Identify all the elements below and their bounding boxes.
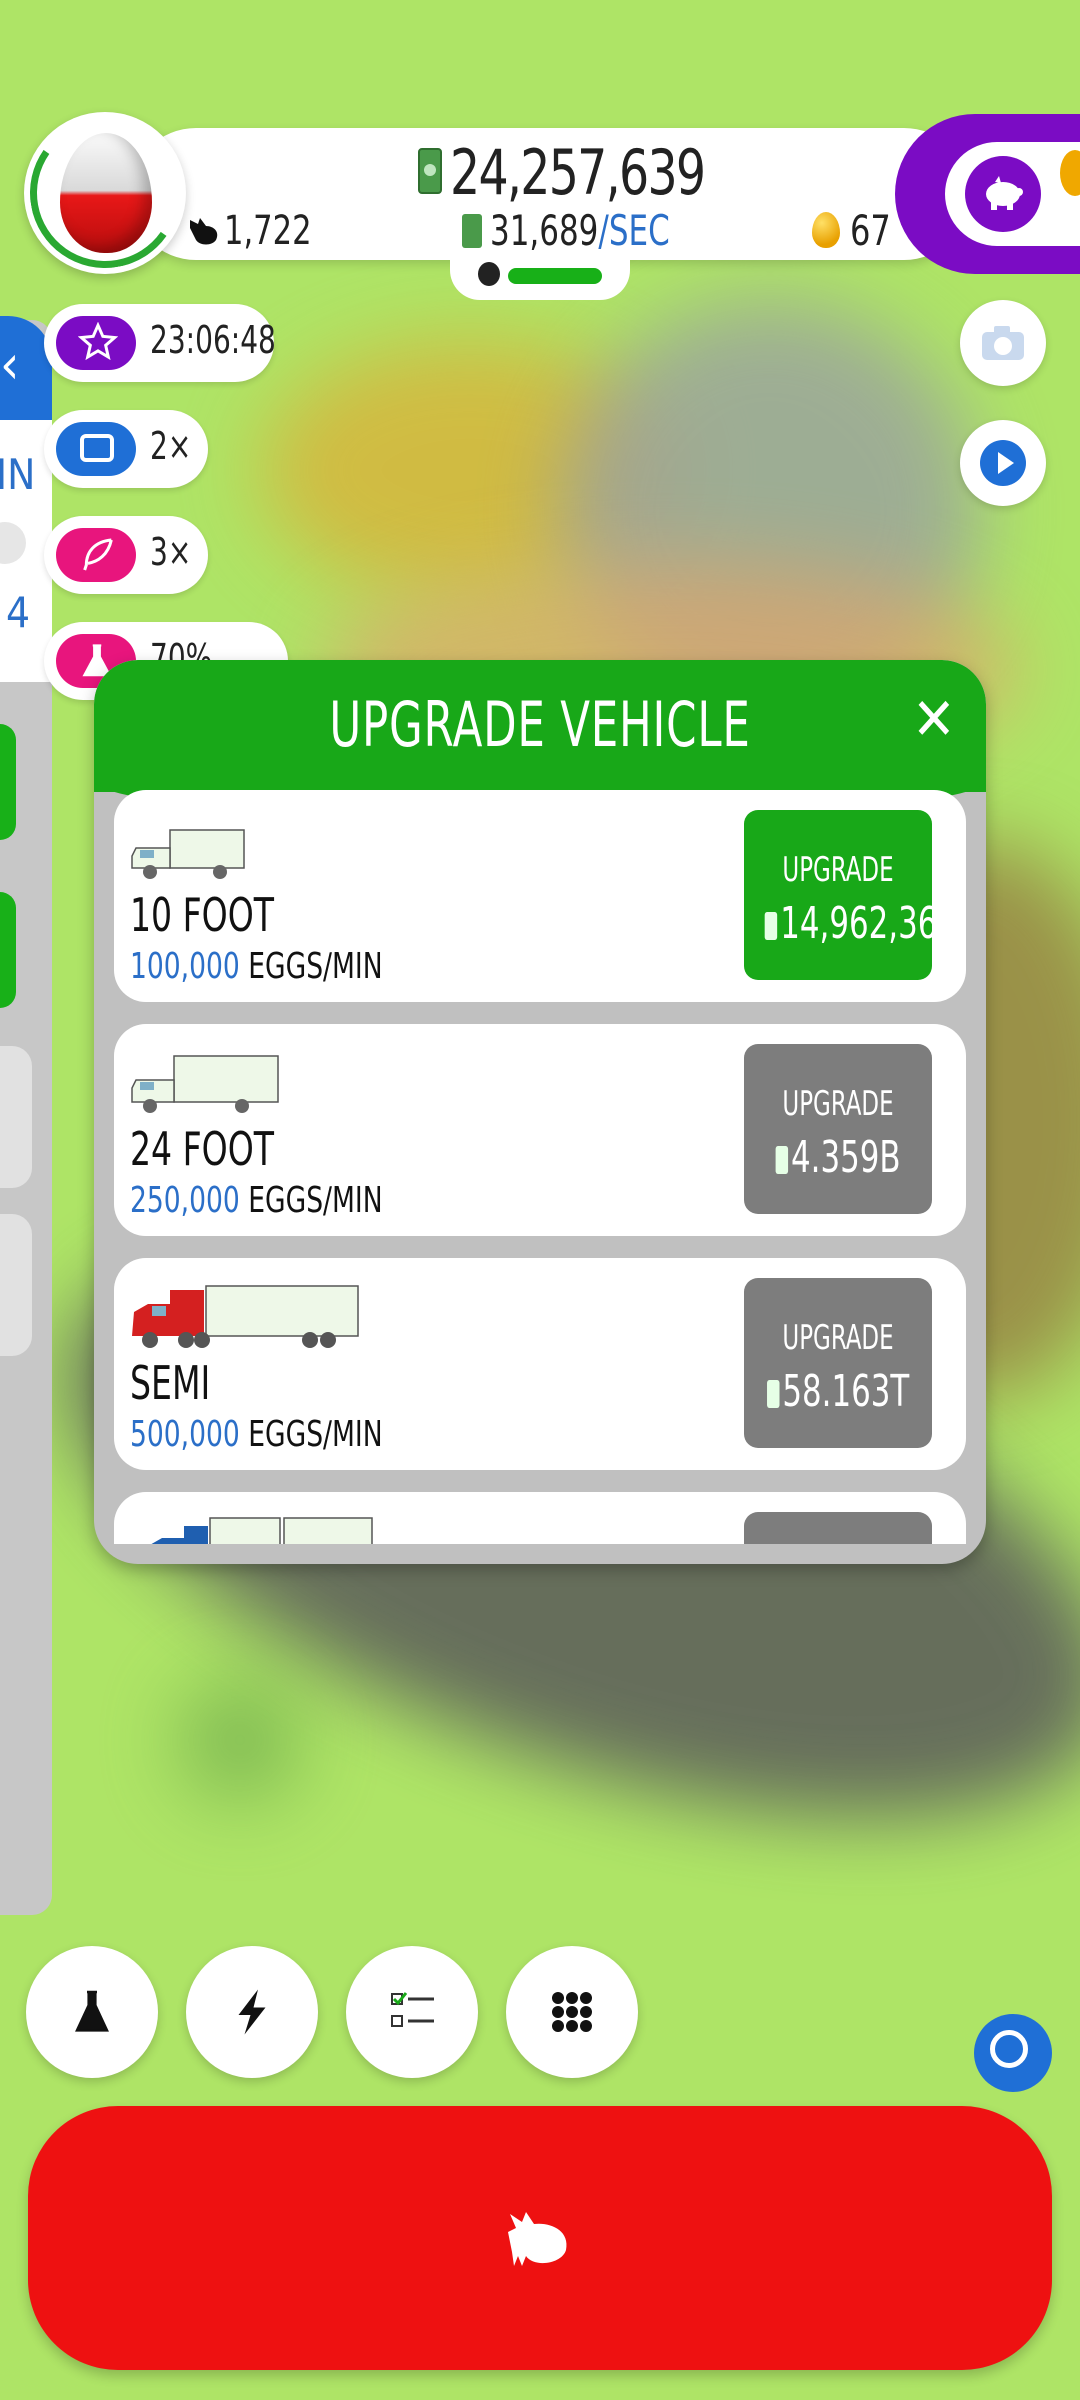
- camera-button[interactable]: [960, 300, 1046, 386]
- research-button[interactable]: [26, 1946, 158, 2078]
- upgrade-button-10-foot[interactable]: UPGRADE 14,962,367: [744, 810, 957, 980]
- boost-feather[interactable]: 3×: [44, 516, 208, 594]
- vehicle-name: SEMI: [130, 1356, 211, 1410]
- assistant-bubble-button[interactable]: [974, 2014, 1052, 2092]
- drawer-green-tab-1[interactable]: [0, 724, 16, 840]
- drawer-tab-3[interactable]: [0, 1046, 32, 1188]
- vehicle-capacity-value: 500,000: [130, 1414, 240, 1455]
- upgrade-vehicle-dialog: UPGRADE VEHICLE ✕ 10 FOOT 100,000 EGGS/M…: [94, 660, 986, 1564]
- boost-timer-label: 23:06:48: [150, 318, 276, 362]
- drawer-text-top: IN: [0, 450, 36, 499]
- box-truck-large-icon: [131, 1055, 279, 1113]
- golden-egg-count: 67: [850, 206, 891, 255]
- vehicle-capacity: 500,000 EGGS/MIN: [130, 1414, 383, 1455]
- upgrade-button-next[interactable]: [744, 1512, 932, 1544]
- boost-timer[interactable]: 23:06:48: [44, 304, 276, 382]
- vehicle-capacity-value: 100,000: [130, 946, 240, 987]
- checklist-icon: [391, 1992, 434, 2027]
- chicken-icon: [508, 2212, 567, 2266]
- chevron-left-icon: ‹: [0, 333, 20, 396]
- boost-feather-label: 3×: [150, 530, 192, 574]
- money-total: 24,257,639: [450, 136, 706, 209]
- vehicle-card-10-foot: 10 FOOT 100,000 EGGS/MIN UPGRADE 14,962,…: [114, 790, 966, 1002]
- chicken-count: 1,722: [224, 208, 312, 254]
- drawer-tab-4[interactable]: [0, 1214, 32, 1356]
- progress-bar: [508, 268, 602, 284]
- upgrade-cost-value: 58.163T: [782, 1366, 910, 1417]
- vehicle-capacity: 250,000 EGGS/MIN: [130, 1180, 383, 1221]
- drawer-green-tab-2[interactable]: [0, 892, 16, 1008]
- vehicle-name: 24 FOOT: [130, 1122, 275, 1176]
- play-video-button[interactable]: [960, 420, 1046, 506]
- camera-icon: [982, 326, 1024, 360]
- vehicle-card-24-foot: 24 FOOT 250,000 EGGS/MIN UPGRADE 4.359B: [114, 1024, 966, 1236]
- missions-button[interactable]: [346, 1946, 478, 2078]
- feather-icon: [56, 528, 136, 582]
- upgrade-cost: 14,962,367: [764, 898, 957, 949]
- vehicle-capacity: 100,000 EGGS/MIN: [130, 946, 383, 987]
- vehicle-list-clip: [114, 1492, 966, 1544]
- upgrade-label: UPGRADE: [782, 850, 894, 890]
- vehicle-card-semi: SEMI 500,000 EGGS/MIN UPGRADE 58.163T: [114, 1258, 966, 1470]
- play-icon: [980, 440, 1026, 486]
- menu-button[interactable]: [506, 1946, 638, 2078]
- cash-icon: [764, 912, 778, 940]
- upgrade-cost: 4.359B: [765, 1132, 912, 1183]
- piggy-bank-button[interactable]: [965, 156, 1041, 232]
- vehicle-capacity-unit: EGGS/MIN: [248, 946, 383, 987]
- boosts-button[interactable]: [186, 1946, 318, 2078]
- cash-icon: [775, 1146, 788, 1174]
- grid-menu-icon: [552, 1992, 592, 2032]
- chick-icon: [478, 262, 500, 286]
- upgrade-button-semi[interactable]: UPGRADE 58.163T: [744, 1278, 932, 1448]
- upgrade-cost-value: 14,962,367: [780, 898, 958, 949]
- upgrade-label: UPGRADE: [782, 1084, 894, 1124]
- boost-video-label: 2×: [150, 424, 192, 468]
- vehicle-capacity-value: 250,000: [130, 1180, 240, 1221]
- double-trailer-truck-icon: [151, 1517, 373, 1544]
- income-rate: 31,689/SEC: [490, 206, 670, 255]
- flask-icon: [75, 1990, 109, 2032]
- dialog-title: UPGRADE VEHICLE: [329, 688, 751, 761]
- hatch-chicken-button[interactable]: [28, 2106, 1052, 2370]
- lightning-icon: [238, 1989, 266, 2035]
- cash-small-icon: [462, 214, 482, 248]
- close-icon[interactable]: ✕: [912, 690, 956, 748]
- star-icon: [56, 316, 136, 370]
- boost-video[interactable]: 2×: [44, 410, 208, 488]
- vehicle-name: 10 FOOT: [130, 888, 275, 942]
- box-truck-small-icon: [131, 829, 245, 879]
- cash-icon: [766, 1380, 780, 1408]
- vehicle-capacity-unit: EGGS/MIN: [248, 1414, 383, 1455]
- semi-truck-icon: [132, 1285, 359, 1348]
- upgrade-cost: 58.163T: [765, 1366, 912, 1417]
- tv-icon: [56, 422, 136, 476]
- income-rate-unit: /SEC: [598, 206, 670, 255]
- income-rate-value: 31,689: [490, 206, 599, 255]
- upgrade-button-24-foot[interactable]: UPGRADE 4.359B: [744, 1044, 932, 1214]
- golden-egg-icon: [812, 212, 840, 248]
- cash-icon: [418, 148, 442, 194]
- chicken-icon: [190, 218, 218, 245]
- drawer-text-bottom: 4: [6, 588, 31, 637]
- piggy-bank-icon: [986, 176, 1023, 210]
- upgrade-label: UPGRADE: [782, 1318, 894, 1358]
- vehicle-card-next: [114, 1492, 966, 1544]
- upgrade-cost-value: 4.359B: [791, 1132, 901, 1183]
- vehicle-capacity-unit: EGGS/MIN: [248, 1180, 383, 1221]
